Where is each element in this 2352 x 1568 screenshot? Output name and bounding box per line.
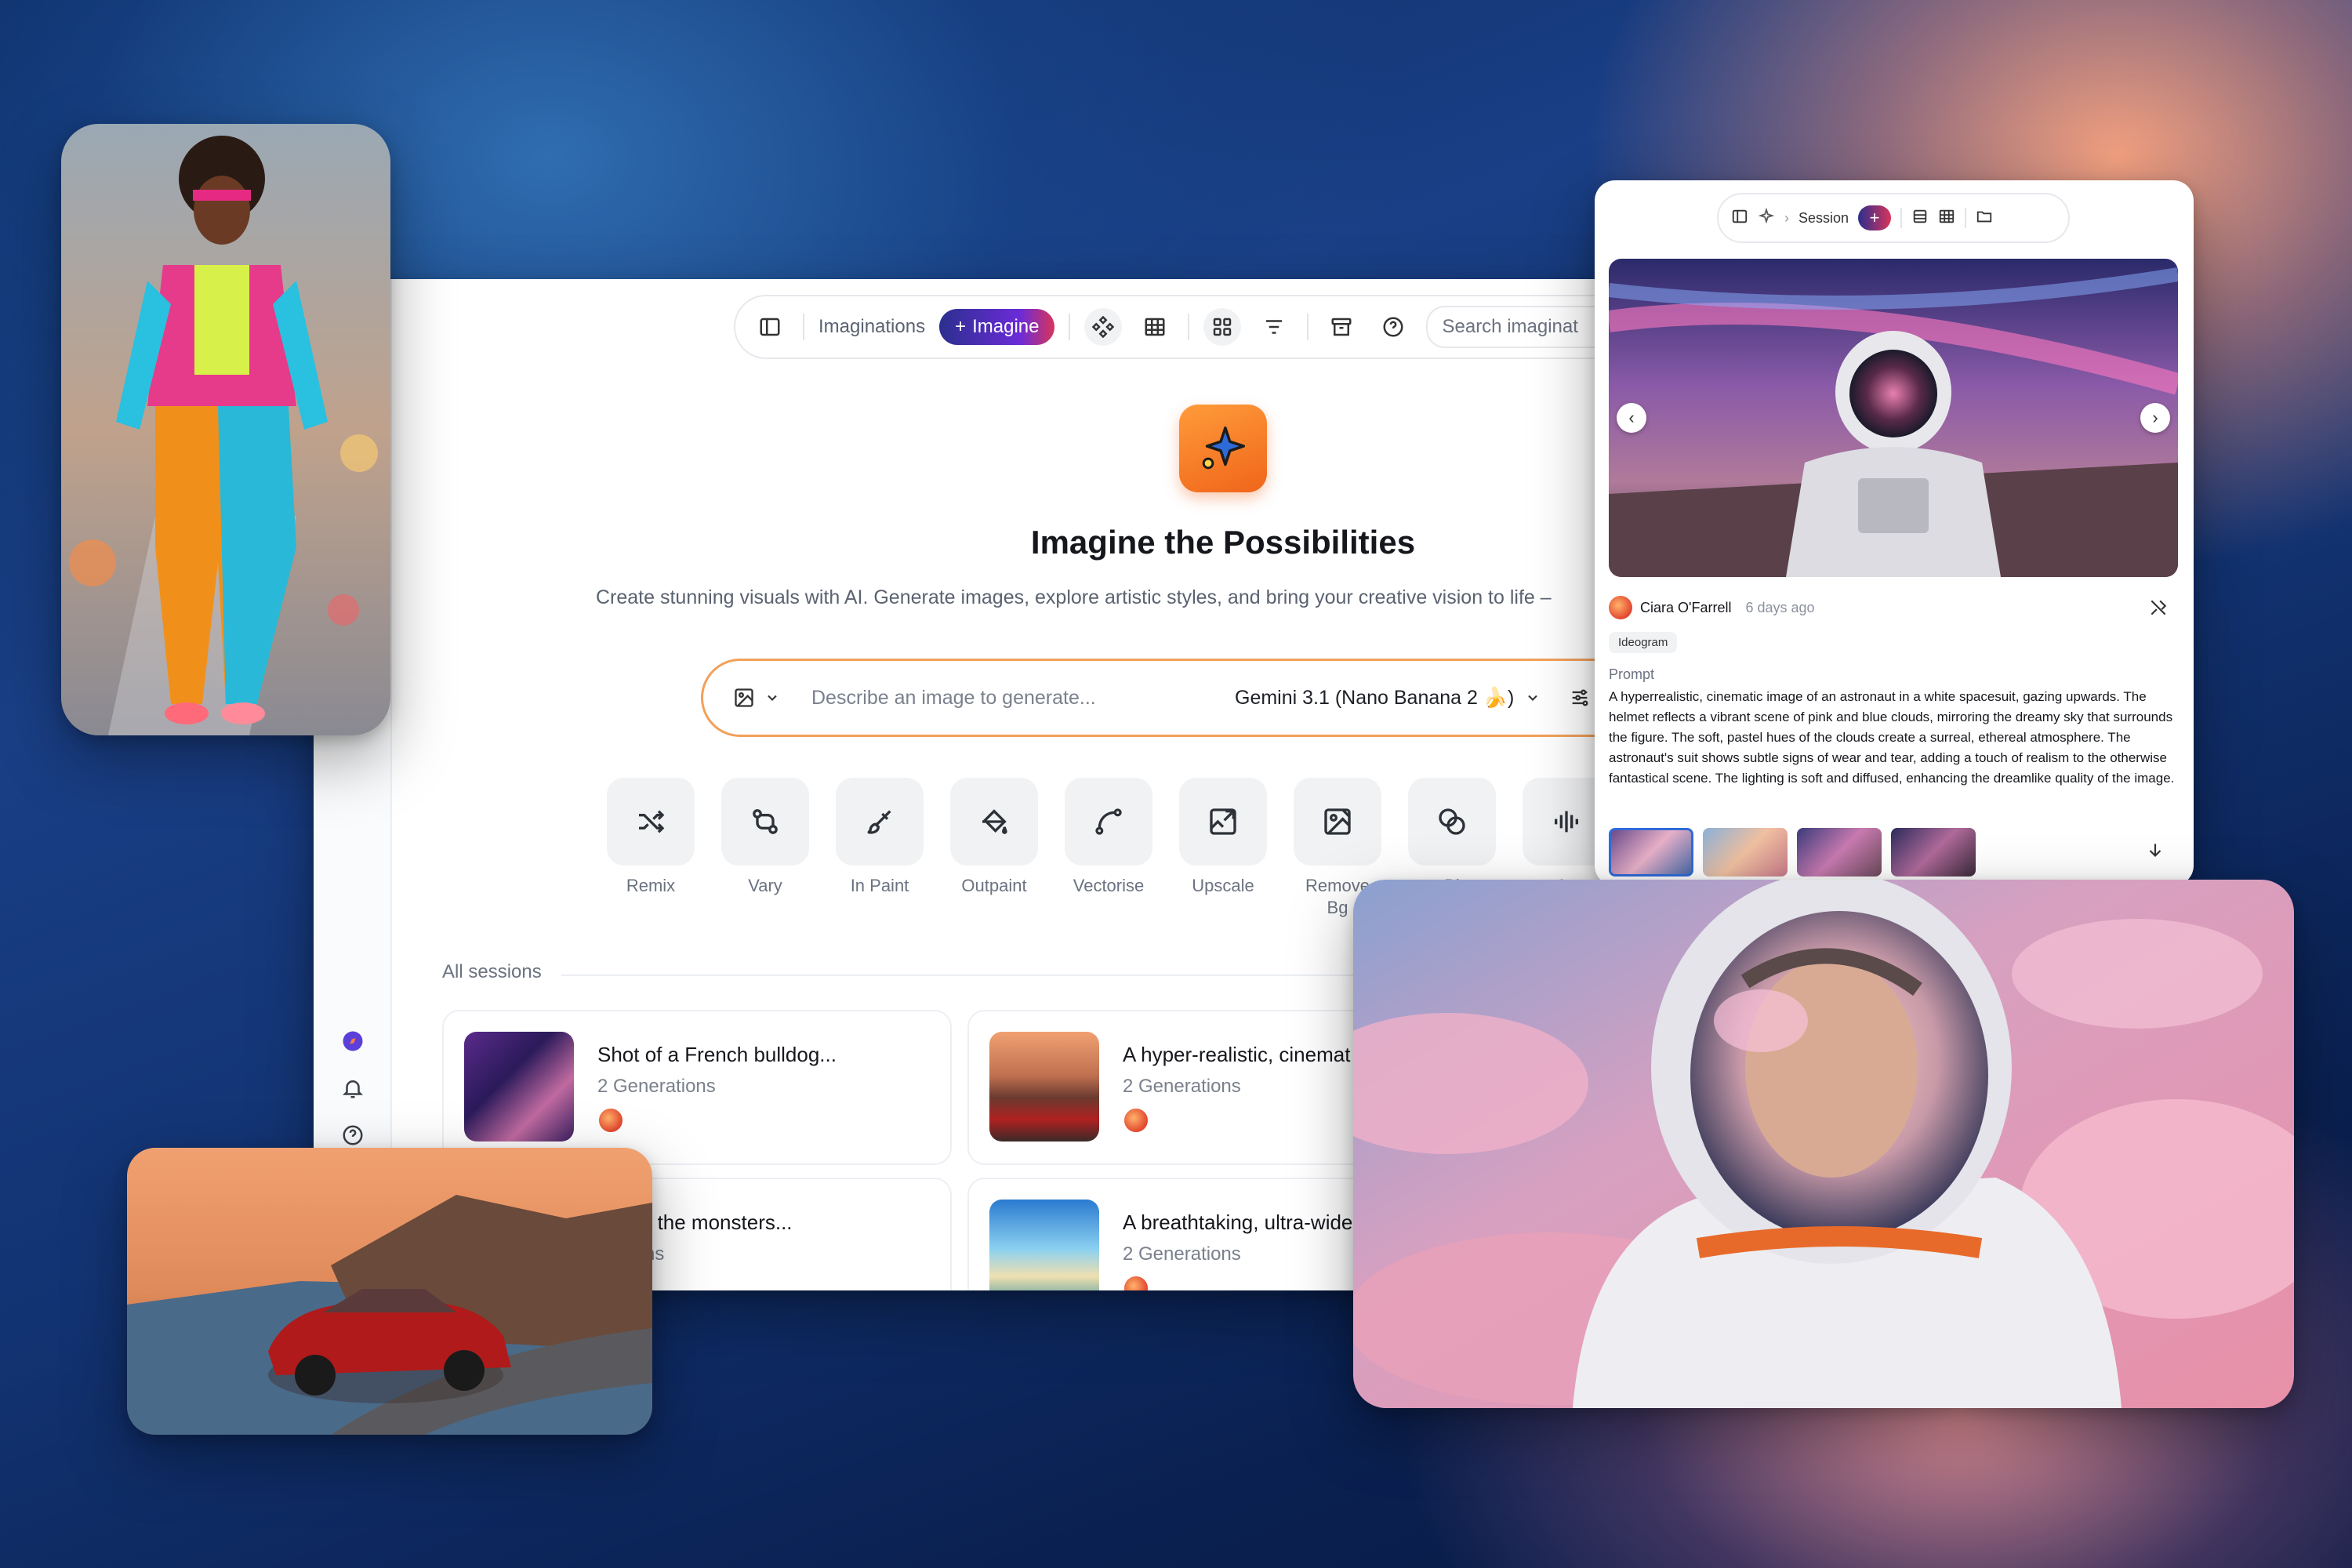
model-chevron-icon[interactable] [1525, 690, 1541, 706]
session-title: A hyper-realistic, cinemat [1123, 1043, 1351, 1066]
sidebar-toggle-icon[interactable] [1731, 208, 1748, 229]
session-generations: 2 Generations [1123, 1243, 1241, 1265]
hero-title: Imagine the Possibilities [1030, 524, 1416, 561]
components-icon[interactable] [1084, 308, 1123, 346]
tool-vectorise[interactable]: Vectorise [1065, 778, 1152, 897]
panel-toolbar: › Session + [1717, 193, 2070, 243]
tool-remix[interactable]: Remix [607, 778, 695, 897]
tool-label: Vary [748, 876, 782, 895]
top-toolbar: Imaginations + Imagine Search imaginat [734, 295, 1678, 359]
imagine-button[interactable]: + Imagine [939, 309, 1055, 345]
chevron-down-icon [768, 695, 777, 701]
chevron-right-icon: › [1784, 209, 1789, 226]
model-tag: Ideogram [1609, 632, 1678, 653]
red-car-image [127, 1148, 652, 1435]
session-title: Shot of a French bulldog... [597, 1043, 837, 1066]
settings-sliders-icon[interactable] [1569, 687, 1591, 709]
toolbar-divider [1965, 208, 1967, 228]
model-selector[interactable]: Gemini 3.1 (Nano Banana 2 🍌) [1235, 687, 1514, 710]
created-time: 6 days ago [1745, 599, 1815, 615]
hero-subtitle: Create stunning visuals with AI. Generat… [596, 586, 1552, 608]
prompt-bar: Describe an image to generate... Gemini … [701, 659, 1678, 737]
sparkle-icon[interactable] [1758, 207, 1775, 229]
avatar [1123, 1107, 1149, 1134]
session-card[interactable]: Shot of a French bulldog... 2 Generation… [442, 1010, 952, 1165]
toolbar-divider [803, 314, 804, 340]
toolbar-divider [1069, 314, 1071, 340]
avatar [1609, 596, 1632, 619]
upscale-icon [1179, 778, 1267, 866]
filter-icon[interactable] [1255, 308, 1293, 346]
session-generations: 2 Generations [1123, 1076, 1241, 1097]
tool-label: Upscale [1192, 876, 1254, 895]
astronaut-clouds-image [1353, 880, 2294, 1408]
prompt-input[interactable]: Describe an image to generate... [811, 687, 1235, 710]
imagine-button-label: Imagine [972, 316, 1040, 337]
tool-vary[interactable]: Vary [721, 778, 809, 897]
imaginations-link[interactable]: Imaginations [818, 316, 925, 338]
magic-wand-off-icon[interactable] [2148, 597, 2169, 618]
session-thumbnail [989, 1200, 1099, 1290]
toolbar-divider [1307, 314, 1309, 340]
prompt-text: A hyperrealistic, cinematic image of an … [1609, 689, 2175, 786]
toolbar-divider [1900, 208, 1903, 228]
tool-label: Outpaint [961, 876, 1027, 895]
sidebar-toggle-icon[interactable] [751, 308, 789, 346]
grid-view-icon[interactable] [1203, 308, 1242, 346]
remove-bg-icon [1294, 778, 1381, 866]
tool-upscale[interactable]: Upscale [1179, 778, 1267, 897]
session-thumbnail [989, 1032, 1099, 1142]
tool-in-paint[interactable]: In Paint [836, 778, 924, 897]
archive-icon[interactable] [1323, 308, 1360, 346]
thumbnail-4[interactable] [1891, 828, 1976, 877]
blend-icon [1408, 778, 1496, 866]
session-generations: 2 Generations [597, 1076, 716, 1097]
help-circle-icon[interactable] [1374, 308, 1412, 346]
avatar [597, 1107, 624, 1134]
tool-outpaint[interactable]: Outpaint [950, 778, 1038, 897]
woman-image [61, 124, 390, 735]
brush-icon [836, 778, 924, 866]
image-icon[interactable] [733, 687, 780, 709]
tool-label: In Paint [850, 876, 909, 895]
thumbnail-2[interactable] [1703, 828, 1788, 877]
paint-bucket-icon [950, 778, 1038, 866]
session-title: A breathtaking, ultra-wide [1123, 1210, 1353, 1234]
session-thumbnail [464, 1032, 574, 1142]
thumbnail-1[interactable] [1609, 828, 1693, 877]
tool-label: Remix [626, 876, 676, 895]
list-view-icon[interactable] [1911, 208, 1929, 229]
next-image-button[interactable]: › [2140, 403, 2170, 433]
bezier-icon [1065, 778, 1152, 866]
plus-icon: + [955, 316, 967, 337]
sessions-heading: All sessions [442, 961, 542, 982]
image-detail-panel: › Session + ‹ › Ciara O'Farrell 6 days a… [1595, 180, 2194, 886]
creator-name[interactable]: Ciara O'Farrell [1640, 600, 1731, 616]
avatar [1123, 1275, 1149, 1290]
table-view-icon[interactable] [1938, 208, 1955, 229]
sparkle-logo-icon [1179, 405, 1267, 492]
bell-icon[interactable] [336, 1071, 370, 1105]
download-icon[interactable] [2145, 840, 2165, 861]
table-view-icon[interactable] [1136, 308, 1174, 346]
toolbar-divider [1188, 314, 1190, 340]
thumbnail-3[interactable] [1797, 828, 1882, 877]
shuffle-icon [607, 778, 695, 866]
astronaut-preview-image[interactable]: ‹ › [1609, 259, 2178, 577]
tool-label: Vectorise [1073, 876, 1145, 895]
previous-image-button[interactable]: ‹ [1617, 403, 1646, 433]
prompt-label: Prompt [1609, 666, 1655, 682]
creator-info: Ciara O'Farrell 6 days ago [1609, 596, 1815, 619]
vary-icon [721, 778, 809, 866]
compass-icon[interactable] [336, 1024, 370, 1058]
new-imagine-button[interactable]: + [1858, 205, 1892, 230]
breadcrumb-session[interactable]: Session [1798, 210, 1849, 227]
folder-icon[interactable] [1976, 208, 1993, 229]
